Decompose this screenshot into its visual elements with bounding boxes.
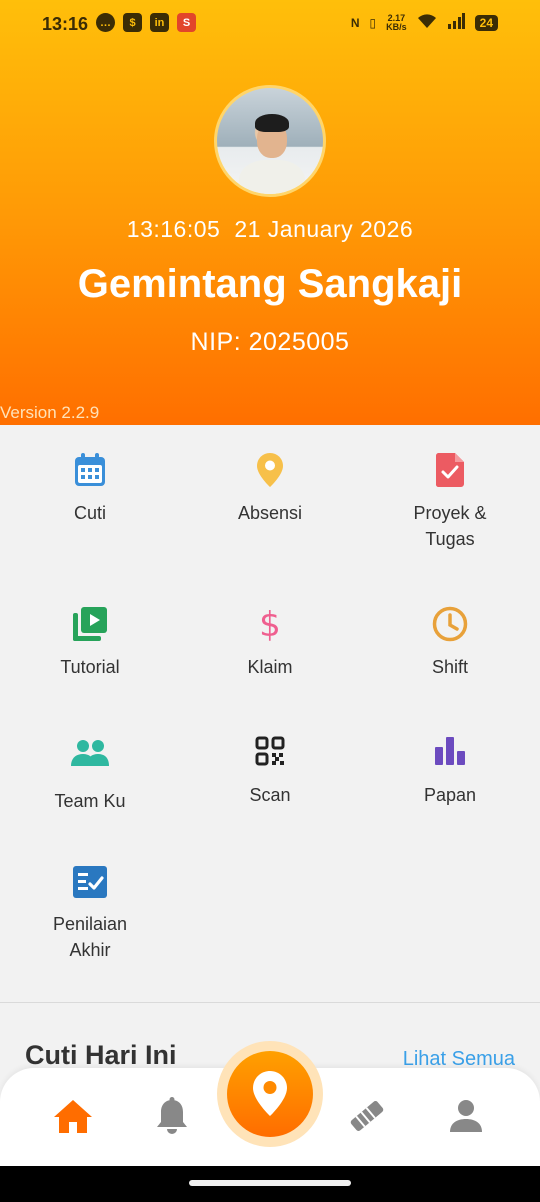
menu-label-klaim: Klaim <box>247 657 293 677</box>
attendance-fab[interactable] <box>227 1051 313 1137</box>
nfc-icon: N <box>350 15 360 30</box>
profile-header: 13:16 … $ in S N ▯ 2.17 KB/s 24 13:16:05 2… <box>0 0 540 425</box>
nav-profile[interactable] <box>446 1096 486 1136</box>
menu-item-cuti[interactable]: Cuti <box>0 452 180 526</box>
home-icon <box>54 1100 92 1133</box>
section-divider <box>0 1002 540 1003</box>
handshake-icon <box>350 1101 384 1131</box>
system-gesture-bar <box>0 1166 540 1202</box>
nav-collaboration[interactable] <box>347 1096 387 1136</box>
calendar-icon <box>75 453 105 486</box>
menu-item-absensi[interactable]: Absensi <box>180 452 360 526</box>
section-title-cuti-hari-ini: Cuti Hari Ini <box>25 1040 177 1070</box>
shop-icon: $ <box>123 13 142 32</box>
status-bar: 13:16 … $ in S N ▯ 2.17 KB/s 24 <box>0 0 540 50</box>
signal-icon <box>447 13 465 32</box>
menu-label-cuti: Cuti <box>73 503 106 523</box>
app-version: Version 2.2.9 <box>0 403 100 422</box>
bell-icon <box>157 1097 187 1134</box>
menu-label-penilaian-akhir: Penilaian Akhir <box>52 914 128 960</box>
current-time: 13:16:05 <box>126 216 221 242</box>
video-library-icon <box>73 607 107 641</box>
vibrate-icon: ▯ <box>369 15 377 30</box>
clock-icon <box>432 606 468 642</box>
menu-item-shift[interactable]: Shift <box>360 606 540 680</box>
dollar-icon: $ <box>259 606 281 642</box>
menu-label-shift: Shift <box>431 657 469 677</box>
menu-item-scan[interactable]: Scan <box>180 736 360 808</box>
notification-icons: … $ in S <box>96 13 196 32</box>
document-check-icon <box>435 453 464 487</box>
qr-code-icon <box>255 736 285 766</box>
menu-item-tutorial[interactable]: Tutorial <box>0 606 180 680</box>
bar-chart-icon <box>435 737 465 765</box>
current-date: 21 January 2026 <box>234 216 414 242</box>
linkedin-icon: in <box>150 13 169 32</box>
svg-text:$: $ <box>259 606 281 642</box>
avatar[interactable] <box>214 85 326 197</box>
gesture-handle[interactable] <box>189 1180 351 1186</box>
employee-name: Gemintang Sangkaji <box>77 262 463 306</box>
menu-item-penilaian-akhir[interactable]: Penilaian Akhir <box>0 865 180 963</box>
menu-item-team-ku[interactable]: Team Ku <box>0 738 180 814</box>
nav-notifications[interactable] <box>152 1096 192 1136</box>
menu-label-scan: Scan <box>249 785 291 805</box>
menu-label-tutorial: Tutorial <box>60 657 120 677</box>
nav-home[interactable] <box>53 1096 93 1136</box>
network-speed: 2.17 KB/s <box>386 12 407 32</box>
checklist-icon <box>73 866 107 898</box>
location-pin-icon <box>253 1071 287 1116</box>
menu-label-proyek-tugas: Proyek & Tugas <box>413 503 487 549</box>
wifi-icon <box>417 13 437 32</box>
current-datetime: 13:16:05 21 January 2026 <box>0 216 540 243</box>
menu-label-team-ku: Team Ku <box>54 791 126 811</box>
person-icon <box>450 1100 482 1132</box>
menu-label-absensi: Absensi <box>237 503 303 523</box>
menu-item-klaim[interactable]: $ Klaim <box>180 606 360 680</box>
status-time: 13:16 <box>42 14 89 34</box>
employee-nip: NIP: 2025005 <box>190 328 350 356</box>
menu-item-papan[interactable]: Papan <box>360 736 540 808</box>
location-pin-icon <box>257 453 283 487</box>
battery-indicator: 24 <box>474 14 498 31</box>
system-icons: N ▯ 2.17 KB/s 24 <box>351 13 498 32</box>
menu-label-papan: Papan <box>423 785 477 805</box>
menu-item-proyek-tugas[interactable]: Proyek & Tugas <box>360 452 540 552</box>
message-icon: … <box>96 13 115 32</box>
shopee-icon: S <box>177 13 196 32</box>
group-icon <box>71 740 109 766</box>
